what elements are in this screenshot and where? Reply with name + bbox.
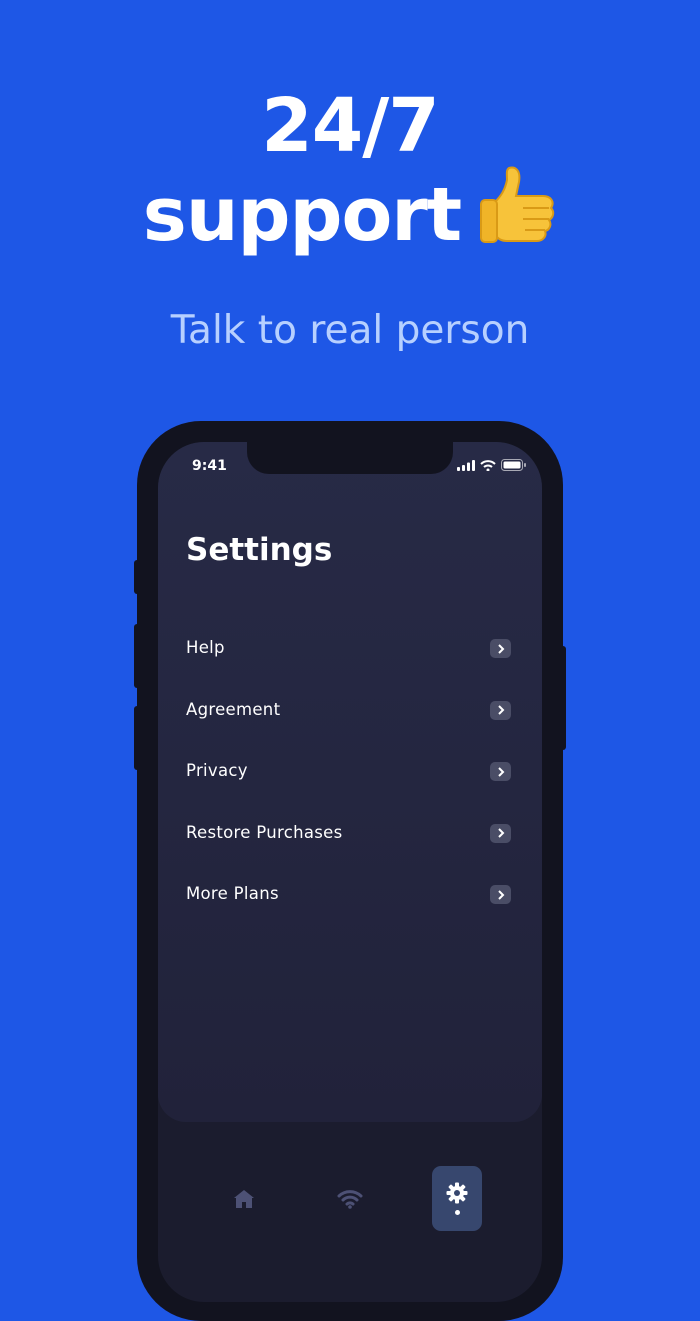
settings-item-more-plans[interactable]: More Plans: [158, 874, 542, 936]
status-time: 9:41: [192, 458, 227, 474]
settings-item-help[interactable]: Help: [158, 628, 542, 690]
battery-icon: [501, 459, 526, 471]
subtitle: Talk to real person: [170, 308, 530, 353]
settings-item-restore-purchases[interactable]: Restore Purchases: [158, 813, 542, 875]
chevron-right-icon: [490, 700, 511, 720]
tab-settings[interactable]: [432, 1166, 482, 1231]
home-icon: [234, 1189, 254, 1208]
wifi-icon: [337, 1189, 363, 1209]
signal-icon: [457, 459, 475, 471]
thumbs-up-icon: [479, 164, 557, 263]
headline-line-2: support: [0, 166, 700, 269]
headline-line-2-text: support: [142, 172, 462, 259]
page-title: Settings: [186, 532, 333, 568]
chevron-right-icon: [490, 823, 511, 843]
chevron-right-icon: [490, 885, 511, 904]
settings-item-agreement[interactable]: Agreement: [158, 690, 542, 752]
phone-power-button: [560, 646, 566, 750]
settings-item-label: Restore Purchases: [186, 822, 343, 842]
settings-item-label: Help: [186, 638, 225, 657]
active-tab-indicator: [454, 1210, 460, 1215]
phone-volume-up: [134, 624, 140, 688]
settings-item-label: More Plans: [186, 884, 279, 903]
gear-icon: [446, 1182, 468, 1204]
headline-line-1: 24/7: [261, 83, 440, 169]
tab-wifi[interactable]: [325, 1166, 375, 1231]
chevron-right-icon: [490, 762, 511, 781]
settings-panel: 9:41 Settings Help Agreement Privacy Res…: [158, 442, 542, 1122]
notch: [247, 442, 453, 474]
settings-item-label: Agreement: [186, 699, 281, 719]
headline: 24/7 support: [0, 82, 700, 269]
phone-volume-down: [134, 706, 140, 770]
chevron-right-icon: [490, 639, 511, 658]
settings-item-privacy[interactable]: Privacy: [158, 751, 542, 813]
settings-item-label: Privacy: [186, 761, 248, 780]
tab-home[interactable]: [219, 1166, 269, 1231]
phone-side-button: [134, 560, 140, 594]
settings-list: Help Agreement Privacy Restore Purchases…: [158, 628, 542, 936]
wifi-status-icon: [480, 459, 496, 471]
phone-screen: 9:41 Settings Help Agreement Privacy Res…: [158, 442, 542, 1302]
status-icons: [457, 459, 526, 471]
